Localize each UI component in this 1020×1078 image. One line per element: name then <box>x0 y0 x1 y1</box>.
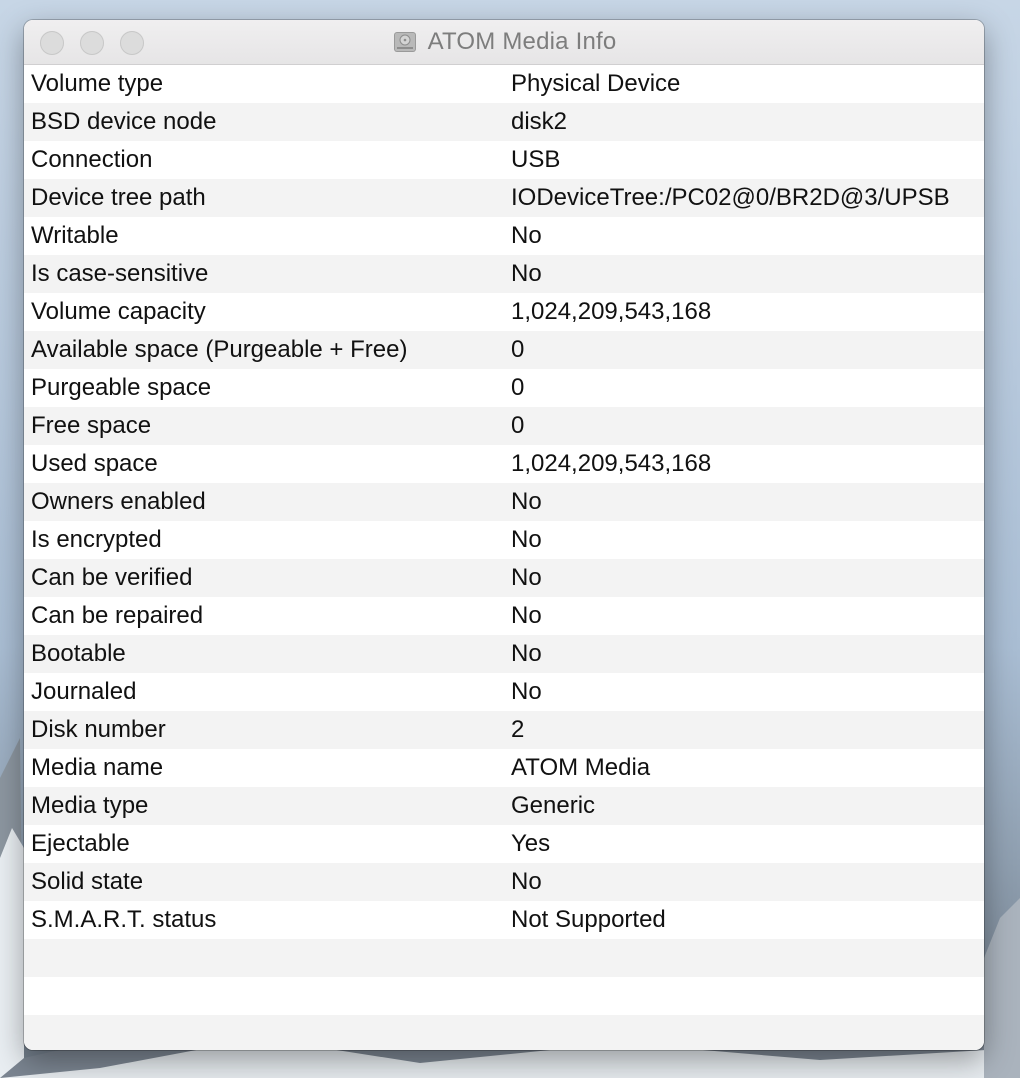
info-row[interactable]: Available space (Purgeable + Free) 0 <box>24 331 984 369</box>
info-value: USB <box>511 146 561 173</box>
info-value: IODeviceTree:/PC02@0/BR2D@3/UPSB <box>511 184 950 211</box>
info-row[interactable]: Can be verified No <box>24 559 984 597</box>
info-label: Is case-sensitive <box>31 260 209 287</box>
info-value: Physical Device <box>511 70 681 97</box>
info-value: Generic <box>511 792 596 819</box>
info-label: Connection <box>31 146 153 173</box>
info-row[interactable]: Purgeable space 0 <box>24 369 984 407</box>
window-title: ATOM Media Info <box>427 28 617 55</box>
info-label: Can be repaired <box>31 602 204 629</box>
info-value: 1,024,209,543,168 <box>511 298 712 325</box>
info-value: No <box>511 602 542 629</box>
info-label: Device tree path <box>31 184 206 211</box>
info-row[interactable]: Is encrypted No <box>24 521 984 559</box>
info-row[interactable]: Owners enabled No <box>24 483 984 521</box>
info-value: 1,024,209,543,168 <box>511 450 712 477</box>
info-label: Media type <box>31 792 149 819</box>
info-value: No <box>511 564 542 591</box>
minimize-button[interactable] <box>80 31 104 55</box>
info-row[interactable]: Ejectable Yes <box>24 825 984 863</box>
info-value: No <box>511 488 542 515</box>
info-label: Media name <box>31 754 164 781</box>
info-label: Bootable <box>31 640 126 667</box>
info-label: Writable <box>31 222 119 249</box>
info-label: Purgeable space <box>31 374 212 401</box>
info-row[interactable]: Bootable No <box>24 635 984 673</box>
info-row[interactable]: Solid state No <box>24 863 984 901</box>
info-row[interactable]: Disk number 2 <box>24 711 984 749</box>
info-row[interactable]: Writable No <box>24 217 984 255</box>
info-value: disk2 <box>511 108 568 135</box>
info-row[interactable]: S.M.A.R.T. status Not Supported <box>24 901 984 939</box>
title-bar[interactable]: ATOM Media Info <box>24 20 984 65</box>
drive-icon <box>393 32 416 52</box>
info-row[interactable]: Can be repaired No <box>24 597 984 635</box>
info-label: Used space <box>31 450 158 477</box>
info-label: Disk number <box>31 716 166 743</box>
info-label: Ejectable <box>31 830 130 857</box>
empty-row <box>24 939 984 977</box>
info-table: Volume type Physical Device BSD device nod… <box>24 65 984 1050</box>
info-label: Is encrypted <box>31 526 162 553</box>
info-value: No <box>511 526 542 553</box>
empty-row <box>24 1015 984 1050</box>
info-value: 2 <box>511 716 525 743</box>
info-value: ATOM Media <box>511 754 651 781</box>
zoom-button[interactable] <box>120 31 144 55</box>
info-row[interactable]: Media type Generic <box>24 787 984 825</box>
info-value: No <box>511 260 542 287</box>
info-row[interactable]: Device tree path IODeviceTree:/PC02@0/BR2… <box>24 179 984 217</box>
info-value: Not Supported <box>511 906 666 933</box>
info-value: No <box>511 222 542 249</box>
window-title-group: ATOM Media Info <box>392 28 617 56</box>
info-label: Can be verified <box>31 564 193 591</box>
info-row[interactable]: BSD device node disk2 <box>24 103 984 141</box>
window-controls <box>40 31 144 55</box>
info-label: S.M.A.R.T. status <box>31 906 217 933</box>
info-value: 0 <box>511 412 525 439</box>
info-label: Solid state <box>31 868 144 895</box>
close-button[interactable] <box>40 31 64 55</box>
info-label: Journaled <box>31 678 137 705</box>
info-row[interactable]: Volume capacity 1,024,209,543,168 <box>24 293 984 331</box>
info-row[interactable]: Volume type Physical Device <box>24 65 984 103</box>
media-info-window: ATOM Media Info Volume type Physical Devi… <box>24 20 984 1050</box>
info-value: 0 <box>511 374 525 401</box>
info-label: Volume capacity <box>31 298 206 325</box>
info-value: No <box>511 678 542 705</box>
empty-row <box>24 977 984 1015</box>
info-value: No <box>511 868 542 895</box>
info-label: BSD device node <box>31 108 217 135</box>
info-row[interactable]: Connection USB <box>24 141 984 179</box>
info-label: Volume type <box>31 70 164 97</box>
info-row[interactable]: Journaled No <box>24 673 984 711</box>
info-label: Available space (Purgeable + Free) <box>31 336 408 363</box>
info-value: Yes <box>511 830 551 857</box>
info-label: Owners enabled <box>31 488 206 515</box>
info-label: Free space <box>31 412 152 439</box>
info-row[interactable]: Media name ATOM Media <box>24 749 984 787</box>
info-row[interactable]: Used space 1,024,209,543,168 <box>24 445 984 483</box>
info-value: 0 <box>511 336 525 363</box>
info-row[interactable]: Is case-sensitive No <box>24 255 984 293</box>
info-value: No <box>511 640 542 667</box>
info-row[interactable]: Free space 0 <box>24 407 984 445</box>
